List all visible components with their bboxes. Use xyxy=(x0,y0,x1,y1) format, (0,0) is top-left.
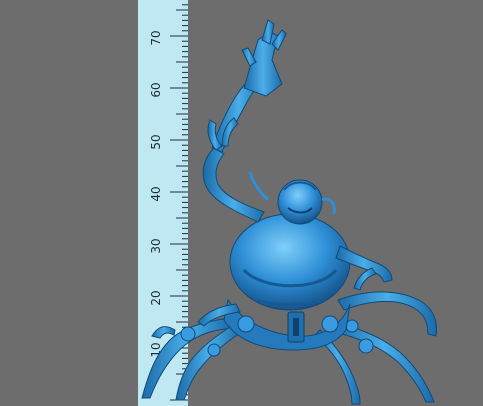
body xyxy=(229,213,351,311)
right-legs xyxy=(313,291,437,405)
model-render[interactable] xyxy=(0,0,483,406)
raised-arm xyxy=(202,19,287,223)
viewport[interactable]: 10 20 30 40 50 60 70 xyxy=(0,0,483,406)
head xyxy=(248,171,336,225)
left-legs xyxy=(141,317,243,401)
